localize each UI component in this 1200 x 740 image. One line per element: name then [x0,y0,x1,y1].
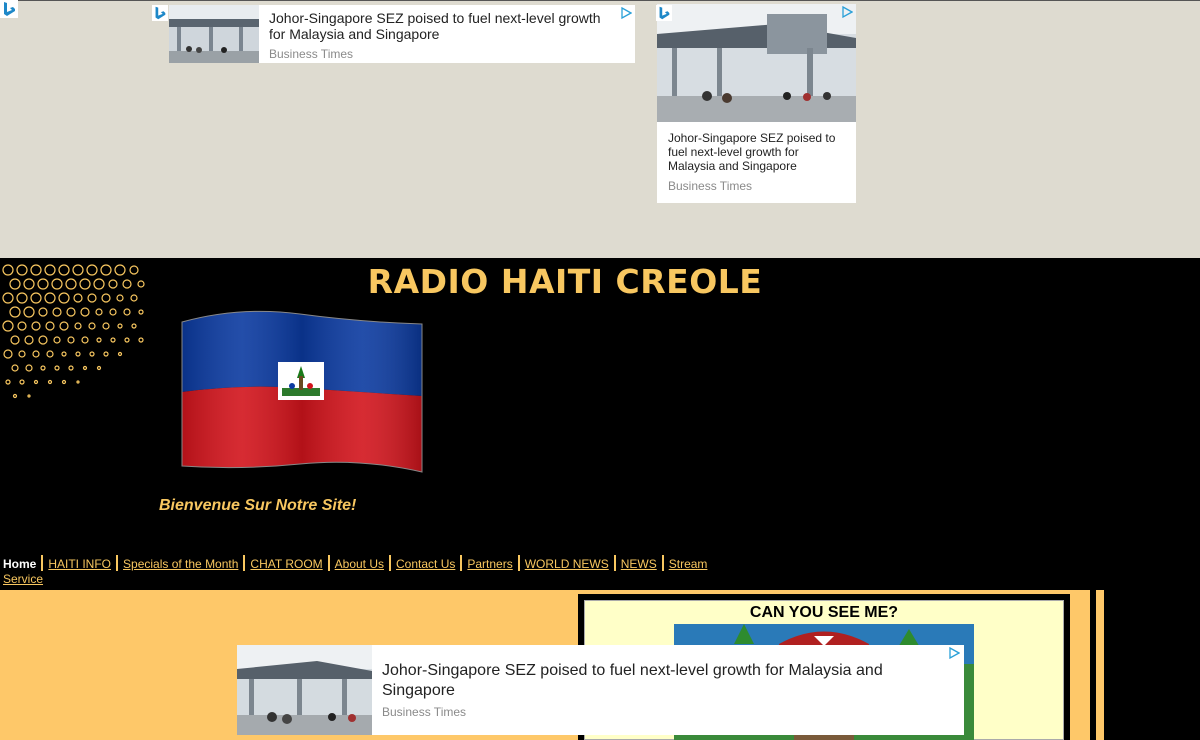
nav-haiti-info[interactable]: HAITI INFO [48,557,111,571]
nav-separator [41,555,44,571]
nav-contact-us[interactable]: Contact Us [396,557,455,571]
main-navigation: Home HAITI INFO Specials of the Month CHAT … [3,555,743,587]
nav-separator [517,555,520,571]
decorative-pattern [2,264,145,399]
ad-title[interactable]: Johor-Singapore SEZ poised to fuel next-… [382,661,922,701]
nav-separator [243,555,246,571]
adchoices-icon[interactable] [948,647,960,659]
ad-thumbnail[interactable] [237,645,372,735]
welcome-message: Bienvenue Sur Notre Site! [159,497,357,514]
sidebar-title: CAN YOU SEE ME? [749,604,899,621]
ad-source: Business Times [668,179,753,193]
bing-logo-icon[interactable] [0,0,18,18]
ad-thumbnail[interactable] [657,4,856,122]
nav-separator [613,555,616,571]
adchoices-icon[interactable] [841,6,853,18]
ad-title[interactable]: Johor-Singapore SEZ poised to fuel next-… [668,131,848,173]
nav-about-us[interactable]: About Us [335,557,384,571]
divider [1096,590,1104,740]
ad-bottom[interactable]: Johor-Singapore SEZ poised to fuel next-… [237,645,964,735]
site-title: RADIO HAITI CREOLE [367,262,763,301]
ad-source: Business Times [382,705,467,719]
nav-separator [661,555,664,571]
bing-logo-icon[interactable] [656,5,672,21]
ad-top-right[interactable]: Johor-Singapore SEZ poised to fuel next-… [657,4,856,203]
nav-separator [460,555,463,571]
ad-title[interactable]: Johor-Singapore SEZ poised to fuel next-… [269,10,619,42]
nav-chat-room[interactable]: CHAT ROOM [250,557,322,571]
ad-top-left[interactable]: Johor-Singapore SEZ poised to fuel next-… [169,5,635,63]
nav-partners[interactable]: Partners [467,557,512,571]
nav-separator [327,555,330,571]
nav-world-news[interactable]: WORLD NEWS [525,557,609,571]
nav-news[interactable]: NEWS [621,557,657,571]
nav-home[interactable]: Home [3,557,36,571]
adchoices-icon[interactable] [620,7,632,19]
nav-separator [389,555,392,571]
nav-separator [116,555,119,571]
haiti-flag [181,310,423,473]
nav-specials[interactable]: Specials of the Month [123,557,238,571]
bing-logo-icon[interactable] [152,5,168,21]
ad-thumbnail[interactable] [169,5,259,63]
ad-source: Business Times [269,47,354,61]
